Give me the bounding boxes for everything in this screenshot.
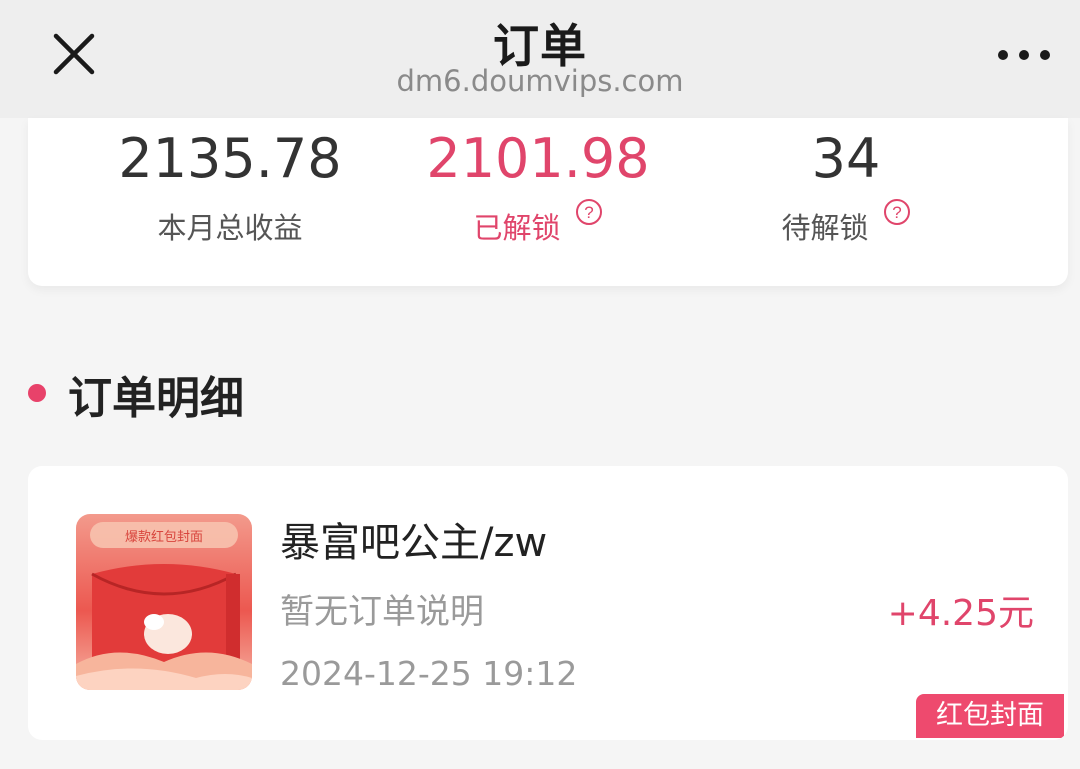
- more-button[interactable]: [992, 34, 1062, 74]
- order-time: 2024-12-25 19:12: [280, 654, 578, 693]
- stat-label-text: 已解锁: [473, 211, 561, 245]
- stat-value: 2101.98: [426, 127, 650, 190]
- nav-bar: 订单 dm6.doumvips.com: [0, 0, 1080, 118]
- order-thumbnail: 爆款红包封面: [76, 514, 252, 690]
- stat-label: 待解锁 ?: [781, 199, 910, 246]
- stat-pending: 34 待解锁 ?: [696, 118, 996, 246]
- section-dot: [28, 384, 46, 402]
- order-type-tag: 红包封面: [916, 694, 1064, 738]
- stat-label-text: 本月总收益: [157, 211, 303, 245]
- stat-value: 2135.78: [118, 127, 342, 190]
- order-item[interactable]: 爆款红包封面 暴富吧公主/zw 暂无订单说明 2024-12-25 19:12 …: [28, 466, 1068, 740]
- stat-unlocked: 2101.98 已解锁 ?: [388, 118, 688, 246]
- stat-label-text: 待解锁: [781, 211, 869, 245]
- earnings-summary-card: 2135.78 本月总收益 2101.98 已解锁 ? 34 待解锁 ?: [28, 118, 1068, 286]
- order-description: 暂无订单说明: [280, 592, 484, 632]
- order-name: 暴富吧公主/zw: [280, 520, 548, 566]
- svg-text:?: ?: [892, 203, 901, 222]
- help-icon[interactable]: ?: [575, 198, 603, 226]
- page-url: dm6.doumvips.com: [396, 64, 684, 98]
- section-title: 订单明细: [68, 373, 244, 424]
- stat-monthly-total: 2135.78 本月总收益: [80, 118, 380, 246]
- svg-text:?: ?: [584, 203, 593, 222]
- help-icon[interactable]: ?: [883, 198, 911, 226]
- thumb-caption: 爆款红包封面: [125, 529, 203, 545]
- stat-label: 已解锁 ?: [473, 199, 602, 246]
- stat-label: 本月总收益: [157, 210, 302, 246]
- order-amount: +4.25元: [887, 593, 1034, 634]
- stat-value: 34: [811, 127, 881, 190]
